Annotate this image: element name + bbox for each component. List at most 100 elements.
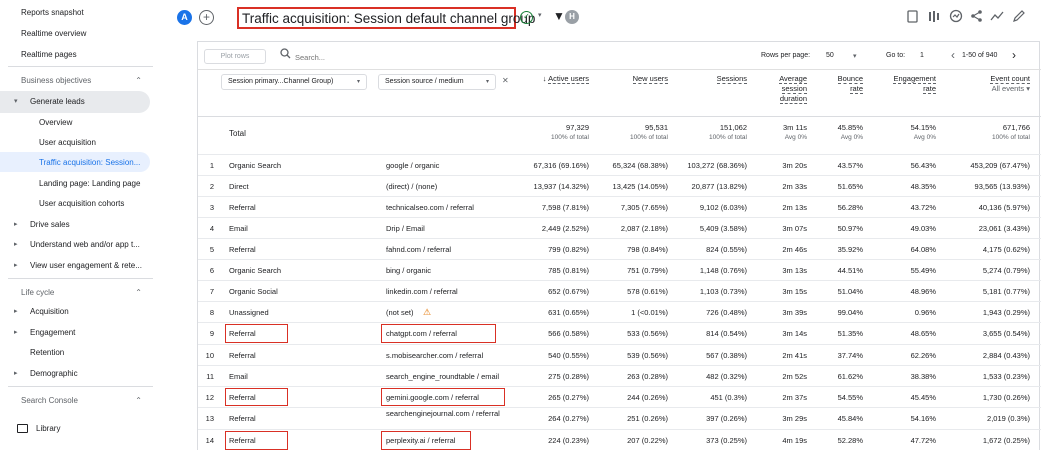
sidebar-item-acquisition[interactable]: ▸ Acquisition bbox=[0, 307, 160, 316]
sidebar-item-user-acquisition-cohorts[interactable]: User acquisition cohorts bbox=[0, 199, 160, 208]
sidebar-item-user-engagement[interactable]: ▸ View user engagement & rete... bbox=[0, 261, 160, 270]
divider bbox=[8, 66, 153, 67]
section-search-console[interactable]: Search Console ⌃ bbox=[0, 396, 160, 405]
column-label: duration bbox=[779, 94, 807, 104]
row-rank: 10 bbox=[205, 351, 214, 360]
total-sub: 100% of total bbox=[992, 134, 1030, 141]
metric-cell-bounce: 43.57% bbox=[837, 161, 863, 170]
page-title-box: Traffic acquisition: Session default cha… bbox=[237, 7, 535, 29]
plot-rows-button[interactable]: Plot rows bbox=[204, 49, 266, 64]
row-rank: 2 bbox=[209, 182, 214, 191]
sidebar-item-retention[interactable]: Retention bbox=[0, 348, 160, 357]
row-rank: 11 bbox=[206, 372, 214, 381]
sidebar-item-label: Engagement bbox=[30, 328, 76, 337]
table-row[interactable]: 1 Organic Search google / organic 67,316 (6… bbox=[198, 154, 1041, 175]
caret-right-icon: ▸ bbox=[14, 329, 18, 336]
primary-dimension-select[interactable]: Session primary...Channel Group) ▾ bbox=[221, 74, 367, 90]
channel-group-cell: Referral bbox=[229, 351, 256, 360]
save-icon[interactable] bbox=[907, 10, 918, 23]
sidebar-item-overview[interactable]: Overview bbox=[0, 118, 160, 127]
source-medium-cell[interactable]: searchenginejournal.com / referral bbox=[386, 409, 506, 418]
caret-down-icon: ▾ bbox=[14, 98, 18, 105]
source-medium-cell[interactable]: fahnd.com / referral bbox=[386, 245, 451, 254]
table-row[interactable]: 8 Unassigned (not set) ⚠ 631 (0.65%) 1 (<0.01… bbox=[198, 301, 1041, 322]
total-value: 45.85% bbox=[837, 123, 863, 132]
sidebar-item-realtime-pages[interactable]: Realtime pages bbox=[0, 50, 160, 59]
close-icon[interactable]: ✕ bbox=[502, 76, 509, 85]
metric-cell-new: 263 (0.28%) bbox=[627, 372, 668, 381]
column-label: Engagement bbox=[893, 74, 936, 84]
row-rank: 6 bbox=[209, 266, 214, 275]
column-header-bounce-rate[interactable]: Bounce rate bbox=[818, 74, 863, 94]
sidebar-item-realtime-overview[interactable]: Realtime overview bbox=[0, 29, 160, 38]
source-medium-cell[interactable]: bing / organic bbox=[386, 266, 431, 275]
insights-icon[interactable] bbox=[949, 9, 963, 23]
add-comparison-button[interactable]: + bbox=[199, 10, 214, 25]
section-life-cycle[interactable]: Life cycle ⌃ bbox=[0, 288, 160, 297]
column-header-sessions[interactable]: Sessions bbox=[678, 74, 747, 84]
table-row[interactable]: 6 Organic Search bing / organic 785 (0.81%)… bbox=[198, 259, 1041, 280]
prev-page-icon[interactable]: ‹ bbox=[951, 48, 955, 62]
sidebar-item-engagement[interactable]: ▸ Engagement bbox=[0, 328, 160, 337]
sidebar-item-drive-sales[interactable]: ▸ Drive sales bbox=[0, 220, 160, 229]
account-avatar[interactable]: A bbox=[177, 10, 192, 25]
source-medium-cell[interactable]: s.mobisearcher.com / referral bbox=[386, 351, 483, 360]
source-medium-cell[interactable]: (not set) bbox=[386, 308, 414, 317]
table-row[interactable]: 9 Referral chatgpt.com / referral 566 (0.58… bbox=[198, 322, 1041, 344]
source-medium-cell[interactable]: linkedin.com / referral bbox=[386, 287, 458, 296]
table-row[interactable]: 4 Email Drip / Email 2,449 (2.52%) 2,087 (2.… bbox=[198, 217, 1041, 238]
chevron-down-icon[interactable]: ▾ bbox=[853, 52, 857, 60]
search-input[interactable] bbox=[295, 51, 415, 63]
go-to-input[interactable]: 1 bbox=[920, 52, 924, 59]
column-header-active-users[interactable]: ↓ Active users bbox=[518, 74, 589, 84]
filter-icon[interactable]: ▼ bbox=[553, 9, 565, 23]
total-label: Total bbox=[229, 129, 246, 138]
section-business-objectives[interactable]: Business objectives ⌃ bbox=[0, 76, 160, 85]
chevron-down-icon[interactable]: ▾ bbox=[538, 11, 542, 19]
trend-icon[interactable] bbox=[990, 9, 1004, 23]
sidebar-item-landing-page[interactable]: Landing page: Landing page bbox=[0, 179, 160, 188]
secondary-dimension-select[interactable]: Session source / medium ▾ bbox=[378, 74, 496, 90]
table-row[interactable]: 10 Referral s.mobisearcher.com / referral 5… bbox=[198, 344, 1041, 365]
chevron-up-icon: ⌃ bbox=[135, 288, 142, 297]
user-avatar[interactable]: H bbox=[565, 10, 579, 24]
table-row[interactable]: 5 Referral fahnd.com / referral 799 (0.82%)… bbox=[198, 238, 1041, 259]
table-row[interactable]: 2 Direct (direct) / (none) 13,937 (14.32%) 1… bbox=[198, 175, 1041, 196]
section-label: Search Console bbox=[21, 396, 78, 405]
source-medium-cell[interactable]: google / organic bbox=[386, 161, 439, 170]
compare-icon[interactable] bbox=[928, 10, 940, 23]
sidebar-item-generate-leads[interactable]: ▾ Generate leads bbox=[0, 97, 160, 106]
rows-per-page-select[interactable]: 50 bbox=[826, 52, 834, 59]
sidebar-item-traffic-acquisition[interactable]: Traffic acquisition: Session... bbox=[0, 158, 160, 167]
metric-cell-active: 652 (0.67%) bbox=[548, 287, 589, 296]
table-row[interactable]: 12 Referral gemini.google.com / referral 26… bbox=[198, 386, 1041, 407]
metric-cell-bounce: 44.51% bbox=[837, 266, 863, 275]
sidebar-item-user-acquisition[interactable]: User acquisition bbox=[0, 138, 160, 147]
source-medium-cell[interactable]: technicalseo.com / referral bbox=[386, 203, 474, 212]
metric-cell-avg: 3m 39s bbox=[782, 308, 807, 317]
report-table-panel: Plot rows Rows per page: 50 ▾ Go to: 1 ‹… bbox=[197, 41, 1041, 450]
metric-cell-active: 540 (0.55%) bbox=[548, 351, 589, 360]
column-header-avg-session-duration[interactable]: Average session duration bbox=[758, 74, 807, 104]
table-row[interactable]: 3 Referral technicalseo.com / referral 7,59… bbox=[198, 196, 1041, 217]
column-label: New users bbox=[632, 74, 668, 84]
sidebar-item-reports-snapshot[interactable]: Reports snapshot bbox=[0, 8, 160, 17]
next-page-icon[interactable]: › bbox=[1012, 48, 1016, 62]
table-row[interactable]: 13 Referral searchenginejournal.com / refe… bbox=[198, 407, 1041, 429]
edit-icon[interactable] bbox=[1012, 9, 1025, 23]
table-row[interactable]: 11 Email search_engine_roundtable / email 2… bbox=[198, 365, 1041, 386]
metric-cell-bounce: 51.35% bbox=[837, 329, 863, 338]
column-header-event-count[interactable]: Event count All events ▾ bbox=[948, 74, 1030, 94]
check-circle-icon[interactable]: ✓ bbox=[520, 11, 533, 24]
source-medium-cell[interactable]: Drip / Email bbox=[386, 224, 425, 233]
sidebar-item-library[interactable]: Library bbox=[0, 424, 160, 433]
table-row[interactable]: 14 Referral perplexity.ai / referral 224 (0… bbox=[198, 429, 1041, 450]
source-medium-cell[interactable]: search_engine_roundtable / email bbox=[386, 372, 499, 381]
sidebar-item-understand-web[interactable]: ▸ Understand web and/or app t... bbox=[0, 240, 160, 249]
share-icon[interactable] bbox=[970, 9, 983, 23]
sidebar-item-demographic[interactable]: ▸ Demographic bbox=[0, 369, 160, 378]
column-header-new-users[interactable]: New users bbox=[598, 74, 668, 84]
source-medium-cell[interactable]: (direct) / (none) bbox=[386, 182, 437, 191]
table-row[interactable]: 7 Organic Social linkedin.com / referral 65… bbox=[198, 280, 1041, 301]
column-header-engagement-rate[interactable]: Engagement rate bbox=[878, 74, 936, 94]
